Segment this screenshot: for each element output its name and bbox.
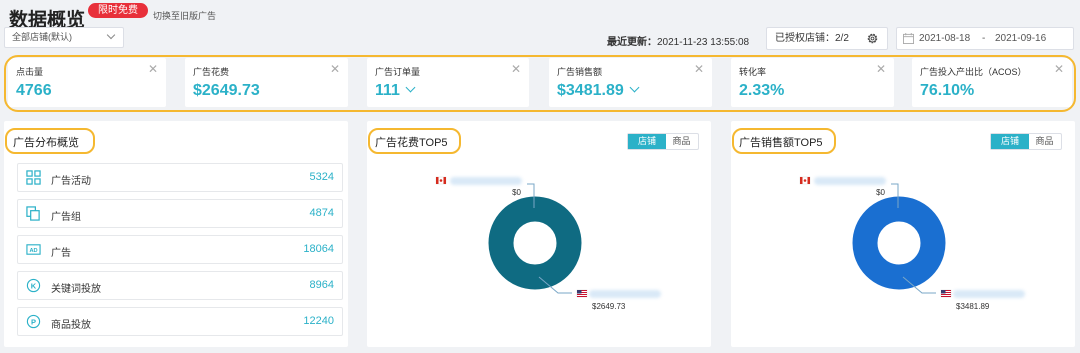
top-data-label: $0	[512, 188, 521, 197]
list-item[interactable]: AD 广告 18064	[17, 235, 343, 264]
spend-donut-chart: $0 $2649.73	[435, 176, 626, 311]
top-data-label: $0	[876, 188, 885, 197]
sales-donut-chart: $0 $3481.89	[799, 176, 990, 311]
authorized-stores-box[interactable]: 已授权店铺：2/2	[766, 27, 888, 50]
grid-icon	[26, 170, 41, 185]
panel-title: 广告分布概览	[13, 137, 79, 149]
list-item-value: 18064	[303, 243, 334, 255]
canada-flag-icon	[435, 176, 447, 185]
redacted-store-name	[814, 177, 886, 185]
svg-text:P: P	[31, 317, 36, 326]
ad-sales-top5-panel: 广告销售额TOP5 $0 $3481.89	[731, 121, 1075, 347]
last-update-label: 最近更新：	[607, 37, 657, 48]
list-item[interactable]: P 商品投放 12240	[17, 307, 343, 336]
list-item[interactable]: 广告组 4874	[17, 199, 343, 228]
store-select-value: 全部店铺(默认)	[12, 32, 72, 42]
list-item-value: 12240	[303, 315, 334, 327]
product-p-icon: P	[26, 314, 41, 329]
us-flag-icon	[576, 289, 588, 298]
svg-text:AD: AD	[29, 248, 37, 254]
list-item-value: 5324	[309, 171, 334, 183]
tab-store[interactable]: 店铺	[991, 134, 1029, 149]
canada-flag-icon	[799, 176, 811, 185]
keyword-k-icon: K	[26, 278, 41, 293]
switch-old-version-link[interactable]: 切换至旧版广告	[153, 9, 216, 22]
list-item-label: 广告	[51, 248, 71, 259]
list-item-label: 商品投放	[51, 320, 91, 331]
list-item[interactable]: 广告活动 5324	[17, 163, 343, 192]
copy-icon	[26, 206, 40, 221]
ad-spend-top5-panel: 广告花费TOP5 $0 $2649.73	[367, 121, 711, 347]
tab-product[interactable]: 商品	[1028, 134, 1061, 149]
list-item-label: 广告活动	[51, 176, 91, 187]
ad-distribution-panel: 广告分布概览 广告活动 5324 广告组 4874 AD 广告 18064 K …	[4, 121, 348, 347]
date-separator: -	[982, 33, 986, 44]
authorized-stores-text: 已授权店铺：2/2	[775, 33, 849, 44]
last-update-value: 2021-11-23 13:55:08	[657, 37, 750, 48]
list-item-label: 关键词投放	[51, 284, 101, 295]
list-item-label: 广告组	[51, 212, 81, 223]
metrics-highlight-outline	[4, 55, 1076, 112]
list-item-value: 4874	[309, 207, 334, 219]
date-end: 2021-09-16	[995, 33, 1047, 44]
us-flag-icon	[940, 289, 952, 298]
tab-product[interactable]: 商品	[665, 134, 698, 149]
donut-ring	[488, 196, 582, 290]
store-select[interactable]: 全部店铺(默认)	[4, 27, 124, 48]
bottom-data-label: $2649.73	[592, 302, 626, 311]
donut-ring	[852, 196, 946, 290]
spend-view-toggle[interactable]: 店铺 商品	[627, 133, 699, 150]
ad-icon: AD	[26, 244, 41, 255]
svg-text:K: K	[31, 281, 37, 290]
calendar-icon	[903, 33, 914, 44]
date-start: 2021-08-18	[919, 33, 971, 44]
bottom-data-label: $3481.89	[956, 302, 990, 311]
sales-view-toggle[interactable]: 店铺 商品	[990, 133, 1062, 150]
list-item[interactable]: K 关键词投放 8964	[17, 271, 343, 300]
tab-store[interactable]: 店铺	[628, 134, 666, 149]
redacted-store-name	[953, 290, 1025, 298]
last-update: 最近更新：2021-11-23 13:55:08	[607, 33, 749, 48]
date-range-picker[interactable]: 2021-08-18 - 2021-09-16	[896, 27, 1074, 50]
redacted-store-name	[589, 290, 661, 298]
gear-icon[interactable]	[866, 32, 879, 45]
list-item-value: 8964	[309, 279, 334, 291]
chevron-down-icon	[106, 30, 116, 40]
limited-free-badge: 限时免费	[88, 3, 148, 18]
redacted-store-name	[450, 177, 522, 185]
